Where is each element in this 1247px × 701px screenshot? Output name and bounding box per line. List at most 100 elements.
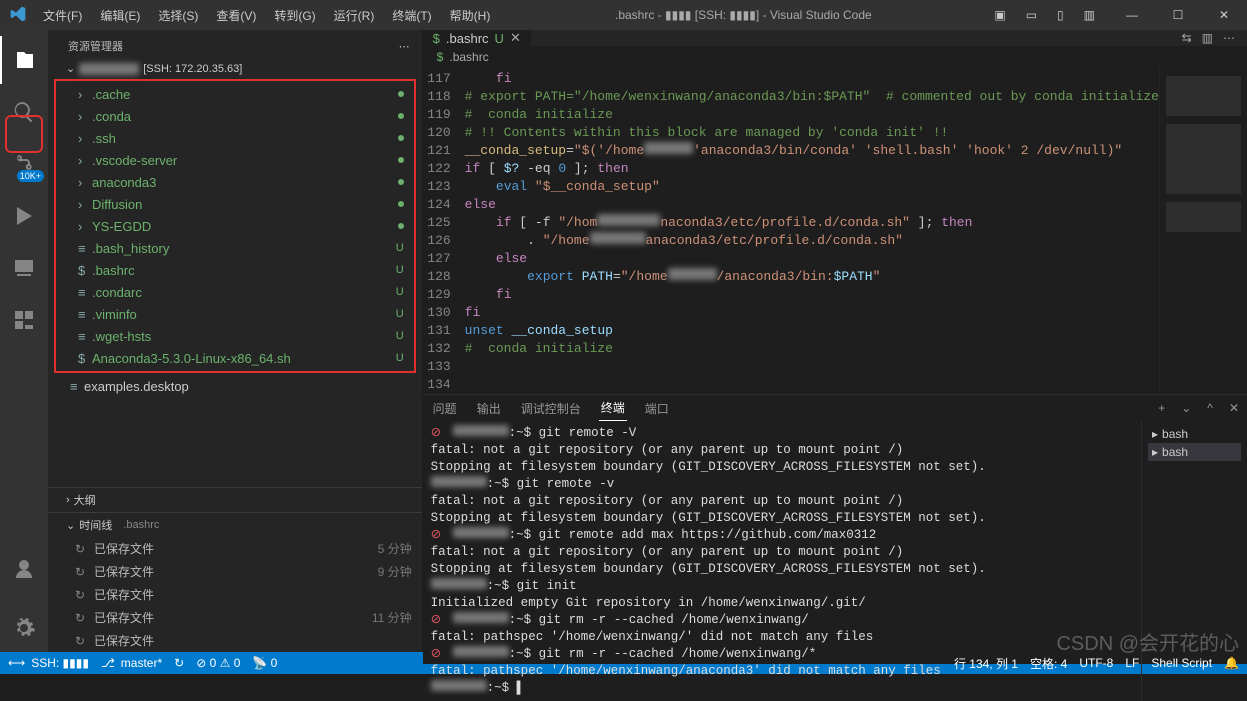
indentation-indicator[interactable]: 空格: 4	[1030, 655, 1067, 672]
close-panel-icon[interactable]: ✕	[1229, 401, 1239, 415]
git-status-badge	[398, 198, 404, 210]
cursor-position[interactable]: 行 134, 列 1	[954, 655, 1018, 672]
tab-file-name: .bashrc	[446, 31, 489, 46]
timeline-item[interactable]: ↻已保存文件11 分钟	[48, 606, 422, 629]
remote-indicator[interactable]: ⟷SSH: ▮▮▮▮	[8, 656, 89, 670]
file-item[interactable]: ≡.viminfoU	[56, 303, 414, 325]
terminal-icon: ▸	[1152, 445, 1158, 459]
explorer-folder-header[interactable]: ⌄ x [SSH: 172.20.35.63]	[48, 60, 422, 79]
git-branch-indicator[interactable]: ⎇master*	[101, 656, 162, 670]
sidebar-more-icon[interactable]: ⋯	[399, 40, 410, 53]
maximize-icon[interactable]: ☐	[1155, 8, 1201, 22]
settings-activity-icon[interactable]	[0, 604, 48, 652]
terminal-instance[interactable]: ▸bash	[1148, 443, 1241, 461]
split-editor-icon[interactable]: ▥	[1202, 31, 1213, 45]
panel-tab[interactable]: 端口	[643, 396, 671, 421]
minimap[interactable]	[1159, 68, 1247, 394]
outline-section-header[interactable]: ›大纲	[48, 487, 422, 512]
timeline-item[interactable]: ↻已保存文件	[48, 629, 422, 652]
file-tree-outside[interactable]: ≡ examples.desktop	[48, 375, 422, 431]
editor-area: $ .bashrc U ✕ ⇆ ▥ ⋯ $ .bashrc 117 fi118#…	[423, 30, 1247, 652]
run-debug-activity-icon[interactable]	[0, 192, 48, 240]
chevron-right-icon: ›	[78, 175, 90, 190]
file-item[interactable]: ≡ examples.desktop	[48, 375, 422, 397]
panel-tab[interactable]: 调试控制台	[519, 396, 583, 421]
more-actions-icon[interactable]: ⋯	[1223, 31, 1235, 45]
eol-indicator[interactable]: LF	[1125, 656, 1139, 670]
file-name: Anaconda3-5.3.0-Linux-x86_64.sh	[90, 351, 396, 366]
folder-item[interactable]: ›.cache	[56, 83, 414, 105]
file-item[interactable]: $Anaconda3-5.3.0-Linux-x86_64.shU	[56, 347, 414, 369]
ports-indicator[interactable]: 📡 0	[252, 656, 277, 670]
sync-indicator[interactable]: ↻	[174, 656, 184, 670]
close-icon[interactable]: ✕	[1201, 8, 1247, 22]
timeline-item-label: 已保存文件	[88, 540, 378, 557]
timeline-item[interactable]: ↻已保存文件9 分钟	[48, 560, 422, 583]
problems-indicator[interactable]: ⊘ 0 ⚠ 0	[196, 656, 240, 670]
file-item[interactable]: ≡.wget-hstsU	[56, 325, 414, 347]
timeline-item-time: 5 分钟	[378, 540, 412, 557]
source-control-activity-icon[interactable]: 10K+	[0, 140, 48, 188]
folder-item[interactable]: ›.ssh	[56, 127, 414, 149]
extensions-activity-icon[interactable]	[0, 296, 48, 344]
notifications-icon[interactable]: 🔔	[1224, 656, 1239, 670]
compare-changes-icon[interactable]: ⇆	[1182, 31, 1192, 45]
new-terminal-icon[interactable]: +	[1158, 401, 1165, 415]
panel-tab[interactable]: 输出	[475, 396, 503, 421]
terminal-dropdown-icon[interactable]: ⌄	[1181, 401, 1191, 415]
panel-tab[interactable]: 问题	[431, 396, 459, 421]
folder-item[interactable]: ›.conda	[56, 105, 414, 127]
minimize-icon[interactable]: —	[1109, 8, 1155, 22]
menu-item[interactable]: 编辑(E)	[92, 3, 148, 28]
layout-controls[interactable]: ▣ ▭ ▯ ▥	[988, 4, 1109, 26]
file-tree[interactable]: ›.cache›.conda›.ssh›.vscode-server›anaco…	[56, 83, 414, 369]
menu-item[interactable]: 文件(F)	[35, 3, 90, 28]
breadcrumb[interactable]: $ .bashrc	[423, 46, 1247, 68]
file-type-icon: $	[433, 31, 440, 46]
explorer-activity-icon[interactable]	[0, 36, 48, 84]
toggle-secondary-sidebar-icon[interactable]: ▯	[1051, 4, 1070, 26]
encoding-indicator[interactable]: UTF-8	[1079, 656, 1113, 670]
annotation-red-box: ›.cache›.conda›.ssh›.vscode-server›anaco…	[54, 79, 416, 373]
accounts-activity-icon[interactable]	[0, 546, 48, 594]
search-activity-icon[interactable]	[0, 88, 48, 136]
git-status-badge: U	[396, 286, 404, 298]
file-name: .bash_history	[90, 241, 396, 256]
timeline-section-header[interactable]: ⌄时间线 .bashrc	[48, 512, 422, 537]
timeline-item-label: 已保存文件	[88, 563, 378, 580]
timeline-item[interactable]: ↻已保存文件5 分钟	[48, 537, 422, 560]
menu-item[interactable]: 转到(G)	[266, 3, 323, 28]
menu-bar: 文件(F)编辑(E)选择(S)查看(V)转到(G)运行(R)终端(T)帮助(H)	[35, 3, 498, 28]
customize-layout-icon[interactable]: ▥	[1078, 4, 1101, 26]
folder-item[interactable]: ›anaconda3	[56, 171, 414, 193]
code-editor[interactable]: 117 fi118# export PATH="/home/wenxinwang…	[423, 68, 1159, 394]
timeline-item[interactable]: ↻已保存文件	[48, 583, 422, 606]
git-status-badge: U	[396, 264, 404, 276]
file-icon: ≡	[78, 307, 90, 322]
maximize-panel-icon[interactable]: ^	[1207, 401, 1213, 415]
folder-item[interactable]: ›Diffusion	[56, 193, 414, 215]
menu-item[interactable]: 终端(T)	[384, 3, 439, 28]
tab-close-icon[interactable]: ✕	[510, 30, 521, 46]
timeline-list[interactable]: ↻已保存文件5 分钟↻已保存文件9 分钟↻已保存文件↻已保存文件11 分钟↻已保…	[48, 537, 422, 652]
menu-item[interactable]: 查看(V)	[208, 3, 264, 28]
menu-item[interactable]: 帮助(H)	[442, 3, 499, 28]
toggle-primary-sidebar-icon[interactable]: ▣	[988, 4, 1011, 26]
editor-tab[interactable]: $ .bashrc U ✕	[423, 30, 532, 46]
file-name: examples.desktop	[82, 379, 412, 394]
terminal-instance[interactable]: ▸bash	[1148, 425, 1241, 443]
file-item[interactable]: ≡.condarcU	[56, 281, 414, 303]
menu-item[interactable]: 运行(R)	[326, 3, 383, 28]
remote-explorer-activity-icon[interactable]	[0, 244, 48, 292]
timeline-item-label: 已保存文件	[88, 609, 372, 626]
panel-tab[interactable]: 终端	[599, 395, 627, 421]
activity-bar: 10K+	[0, 30, 48, 652]
git-status-badge: U	[396, 242, 404, 254]
toggle-panel-icon[interactable]: ▭	[1020, 4, 1043, 26]
file-item[interactable]: ≡.bash_historyU	[56, 237, 414, 259]
language-mode[interactable]: Shell Script	[1151, 656, 1212, 670]
folder-item[interactable]: ›.vscode-server	[56, 149, 414, 171]
menu-item[interactable]: 选择(S)	[150, 3, 206, 28]
folder-item[interactable]: ›YS-EGDD	[56, 215, 414, 237]
file-item[interactable]: $.bashrcU	[56, 259, 414, 281]
